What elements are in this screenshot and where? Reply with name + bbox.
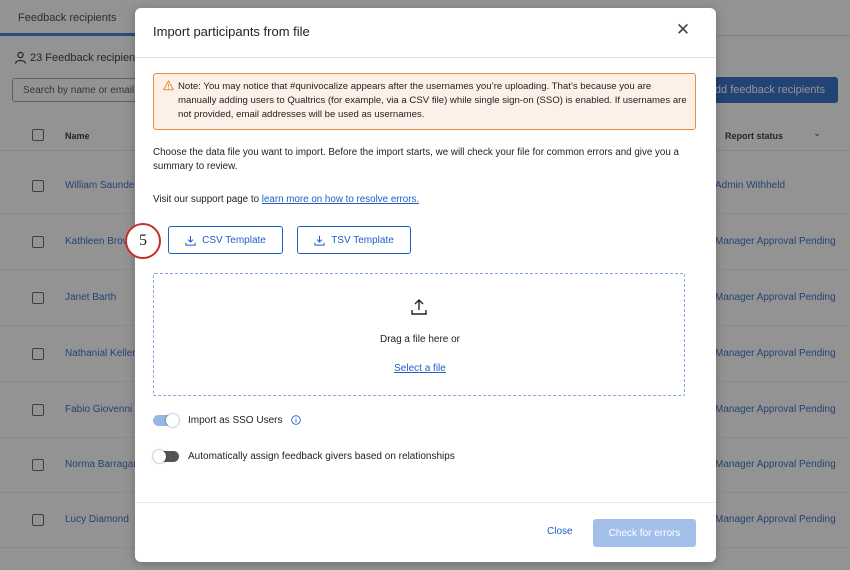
- dialog-title: Import participants from file: [153, 24, 310, 39]
- file-dropzone[interactable]: Drag a file here or Select a file: [153, 273, 685, 396]
- warning-note-text: Note: You may notice that #qunivocalize …: [178, 81, 687, 120]
- csv-template-label: CSV Template: [202, 234, 266, 246]
- csv-template-button[interactable]: CSV Template: [168, 226, 283, 254]
- sso-users-toggle[interactable]: [153, 413, 179, 427]
- check-for-errors-button[interactable]: Check for errors: [593, 519, 696, 547]
- download-icon: [185, 235, 196, 246]
- auto-assign-toggle-label: Automatically assign feedback givers bas…: [188, 450, 455, 462]
- close-button[interactable]: Close: [547, 526, 573, 537]
- tsv-template-button[interactable]: TSV Template: [297, 226, 411, 254]
- auto-assign-toggle-row: Automatically assign feedback givers bas…: [153, 449, 455, 463]
- tsv-template-label: TSV Template: [331, 234, 394, 246]
- drag-file-text: Drag a file here or: [379, 334, 461, 345]
- step-number-badge: 5: [125, 223, 161, 259]
- sso-toggle-row: Import as SSO Users: [153, 413, 302, 427]
- warning-icon: [163, 80, 174, 91]
- close-icon[interactable]: ✕: [675, 21, 691, 38]
- import-instructions: Choose the data file you want to import.…: [153, 147, 680, 172]
- sso-toggle-label: Import as SSO Users: [188, 414, 283, 426]
- download-icon: [314, 235, 325, 246]
- info-icon[interactable]: [291, 415, 302, 425]
- select-file-link[interactable]: Select a file: [154, 363, 686, 374]
- dialog-footer: Close Check for errors: [135, 502, 716, 562]
- sso-warning-note: Note: You may notice that #qunivocalize …: [153, 73, 696, 130]
- import-participants-dialog: Import participants from file ✕ Note: Yo…: [135, 8, 716, 562]
- dialog-header: Import participants from file ✕: [135, 8, 716, 58]
- upload-icon: [411, 299, 427, 315]
- support-prefix: Visit our support page to: [153, 194, 260, 205]
- auto-assign-toggle[interactable]: [153, 449, 179, 463]
- support-text: Visit our support page to learn more on …: [153, 194, 419, 205]
- support-link[interactable]: learn more on how to resolve errors.: [262, 194, 419, 205]
